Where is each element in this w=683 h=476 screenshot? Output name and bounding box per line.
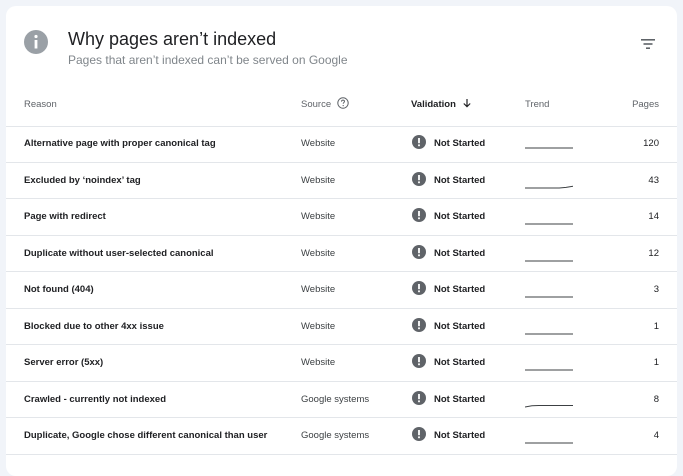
- row-validation-label: Not Started: [434, 211, 486, 222]
- row-pages-count: 4: [653, 430, 659, 441]
- table-row[interactable]: Duplicate without user-selected canonica…: [6, 236, 677, 272]
- row-validation-status: Not Started: [412, 126, 485, 162]
- column-header-validation[interactable]: Validation: [411, 86, 472, 126]
- row-reason: Excluded by ‘noindex’ tag: [24, 174, 141, 186]
- table-row[interactable]: Crawled - currently not indexed Google sy…: [6, 382, 677, 418]
- column-header-source: Source: [301, 86, 349, 126]
- trend-sparkline: [525, 442, 573, 444]
- row-source: Website: [301, 357, 336, 368]
- arrow-down-icon: [463, 99, 471, 109]
- exclamation-circle-icon: [412, 281, 426, 296]
- column-header-trend: Trend: [525, 99, 550, 110]
- exclamation-circle-icon: [412, 135, 426, 150]
- table-header: Reason Source Validation Trend Pages: [6, 86, 677, 127]
- table-row[interactable]: Excluded by ‘noindex’ tag Website Not Star…: [6, 163, 677, 199]
- exclamation-circle-icon: [412, 317, 426, 332]
- row-pages-count: 43: [648, 174, 659, 186]
- row-validation-status: Not Started: [412, 418, 485, 454]
- row-validation-status: Not Started: [412, 199, 485, 235]
- not-indexed-panel: Why pages aren’t indexed Pages that aren…: [6, 6, 677, 476]
- row-reason: Crawled - currently not indexed: [24, 393, 166, 405]
- row-validation-status: Not Started: [412, 236, 485, 272]
- row-validation-label: Not Started: [434, 247, 486, 259]
- panel-subtitle: Pages that aren’t indexed can’t be serve…: [68, 53, 348, 67]
- info-icon: [24, 30, 48, 54]
- trend-sparkline: [525, 369, 573, 371]
- row-reason: Blocked due to other 4xx issue: [24, 320, 164, 332]
- exclamation-circle-icon: [412, 427, 426, 442]
- table-row[interactable]: Alternative page with proper canonical t…: [6, 126, 677, 163]
- column-header-source-label: Source: [301, 99, 332, 110]
- exclamation-circle-icon: [412, 208, 426, 223]
- row-source: Website: [301, 247, 336, 259]
- table-row[interactable]: Server error (5xx) Website Not Started 1: [6, 345, 677, 382]
- row-pages-count: 14: [648, 211, 659, 222]
- row-validation-status: Not Started: [412, 272, 485, 308]
- panel-title: Why pages aren’t indexed: [68, 29, 277, 49]
- table-row[interactable]: Not found (404) Website Not Started 3: [6, 272, 677, 309]
- help-circle-icon[interactable]: [337, 97, 349, 110]
- row-reason: Duplicate without user-selected canonica…: [24, 247, 214, 259]
- exclamation-circle-icon: [412, 390, 426, 405]
- exclamation-circle-icon: [412, 354, 426, 369]
- row-validation-label: Not Started: [434, 138, 486, 149]
- row-source: Google systems: [301, 393, 370, 405]
- row-reason: Alternative page with proper canonical t…: [24, 138, 216, 149]
- row-reason: Server error (5xx): [24, 357, 104, 368]
- trend-sparkline: [525, 185, 573, 188]
- trend-sparkline: [525, 296, 573, 298]
- row-validation-status: Not Started: [412, 382, 485, 418]
- row-validation-label: Not Started: [434, 430, 486, 441]
- trend-sparkline: [525, 223, 573, 225]
- row-pages-count: 1: [653, 357, 659, 368]
- exclamation-circle-icon: [412, 244, 426, 259]
- trend-line: [525, 404, 573, 407]
- trend-sparkline: [525, 260, 573, 261]
- filter-icon[interactable]: [640, 37, 656, 51]
- panel-header: Why pages aren’t indexed Pages that aren…: [6, 6, 677, 86]
- table-body: Alternative page with proper canonical t…: [6, 126, 677, 455]
- row-reason: Not found (404): [24, 284, 94, 295]
- trend-sparkline: [525, 404, 573, 407]
- column-header-pages: Pages: [632, 99, 659, 110]
- row-validation-status: Not Started: [412, 163, 485, 199]
- row-source: Google systems: [301, 430, 370, 441]
- row-pages-count: 12: [648, 247, 659, 259]
- column-header-validation-label: Validation: [411, 99, 456, 110]
- row-validation-status: Not Started: [412, 345, 485, 381]
- trend-sparkline: [525, 333, 573, 334]
- table-row[interactable]: Blocked due to other 4xx issue Website Not…: [6, 309, 677, 345]
- row-source: Website: [301, 138, 336, 149]
- row-source: Website: [301, 174, 336, 186]
- row-reason: Page with redirect: [24, 211, 106, 222]
- row-pages-count: 3: [653, 284, 659, 295]
- row-validation-label: Not Started: [434, 357, 486, 368]
- row-source: Website: [301, 320, 336, 332]
- row-pages-count: 1: [653, 320, 659, 332]
- row-pages-count: 8: [653, 393, 659, 405]
- row-reason: Duplicate, Google chose different canoni…: [24, 430, 268, 441]
- exclamation-circle-icon: [412, 171, 426, 186]
- row-validation-label: Not Started: [434, 393, 486, 405]
- trend-sparkline: [525, 147, 573, 149]
- column-header-reason: Reason: [24, 99, 57, 110]
- table-row[interactable]: Duplicate, Google chose different canoni…: [6, 418, 677, 455]
- row-validation-label: Not Started: [434, 174, 486, 186]
- row-validation-status: Not Started: [412, 309, 485, 345]
- row-source: Website: [301, 211, 336, 222]
- row-validation-label: Not Started: [434, 284, 486, 295]
- row-validation-label: Not Started: [434, 320, 486, 332]
- trend-line: [525, 185, 573, 188]
- row-source: Website: [301, 284, 336, 295]
- row-pages-count: 120: [643, 138, 659, 149]
- table-row[interactable]: Page with redirect Website Not Started 14: [6, 199, 677, 236]
